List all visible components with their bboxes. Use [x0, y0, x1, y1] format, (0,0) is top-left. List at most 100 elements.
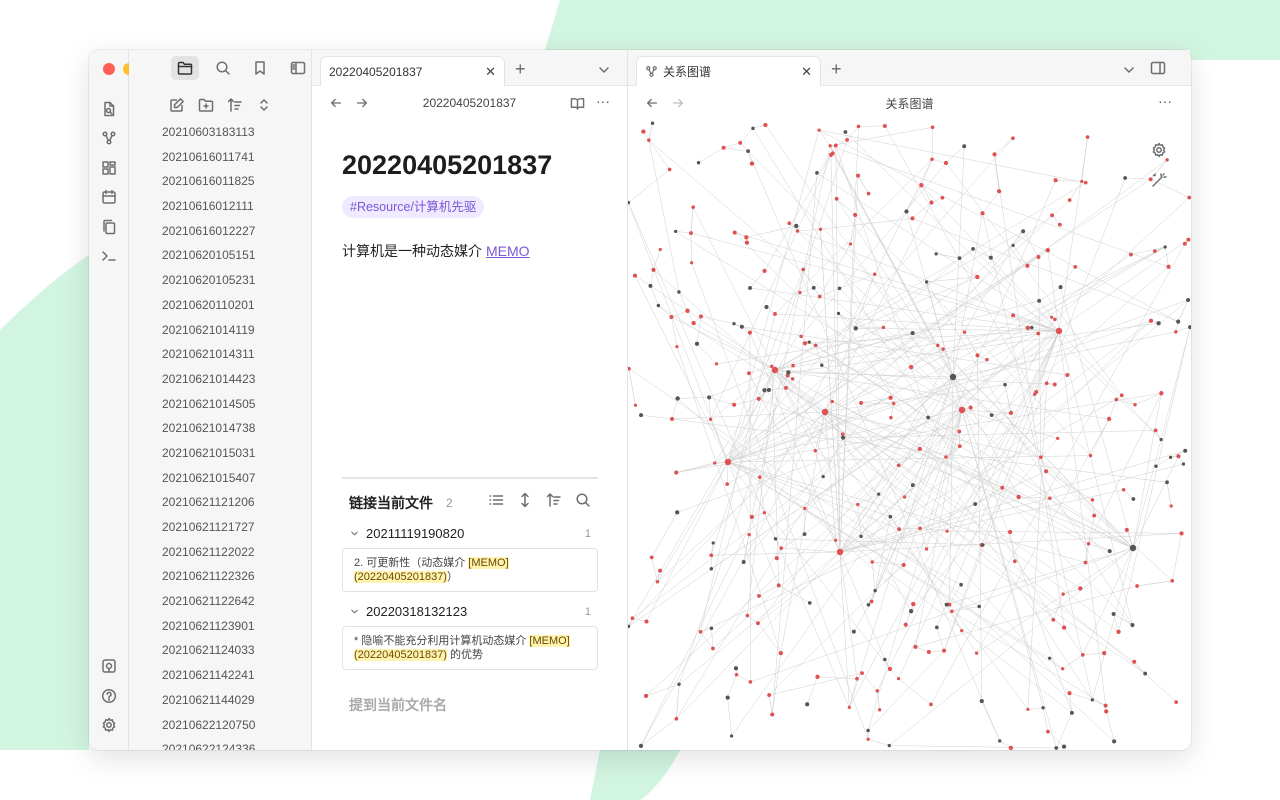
reading-view-icon[interactable]: [570, 96, 585, 111]
chevron-down-icon[interactable]: [349, 528, 360, 539]
graph-node[interactable]: [957, 256, 962, 260]
file-item[interactable]: 20210621122022: [129, 540, 312, 565]
new-tab-button[interactable]: +: [515, 59, 526, 80]
more-options-icon[interactable]: ···: [1158, 93, 1172, 109]
graph-node[interactable]: [762, 268, 767, 273]
graph-node[interactable]: [958, 406, 966, 414]
graph-node[interactable]: [747, 532, 751, 537]
graph-node[interactable]: [725, 482, 730, 486]
graph-node[interactable]: [751, 126, 755, 131]
graph-node[interactable]: [1090, 698, 1095, 702]
graph-node[interactable]: [1153, 428, 1158, 433]
graph-node[interactable]: [1123, 176, 1128, 180]
graph-node[interactable]: [1061, 625, 1067, 630]
graph-node[interactable]: [1046, 729, 1050, 734]
graph-node[interactable]: [1107, 549, 1112, 554]
graph-node[interactable]: [988, 255, 993, 260]
graph-node[interactable]: [910, 483, 915, 488]
graph-node[interactable]: [655, 580, 660, 584]
graph-node[interactable]: [1073, 264, 1078, 269]
graph-node[interactable]: [771, 366, 779, 374]
graph-node[interactable]: [1061, 667, 1065, 671]
graph-node[interactable]: [998, 739, 1002, 743]
graph-node[interactable]: [896, 463, 901, 468]
graph-node[interactable]: [1130, 622, 1135, 628]
file-item[interactable]: 20210621122326: [129, 564, 312, 589]
graph-node[interactable]: [860, 671, 864, 675]
file-item[interactable]: 20210616012227: [129, 219, 312, 244]
graph-node[interactable]: [828, 144, 832, 148]
graph-node[interactable]: [1078, 586, 1083, 591]
graph-node[interactable]: [1039, 455, 1043, 459]
graph-node[interactable]: [669, 314, 674, 320]
graph-node[interactable]: [828, 152, 834, 157]
graph-node[interactable]: [917, 446, 923, 452]
graph-node[interactable]: [779, 546, 784, 550]
graph-node[interactable]: [712, 461, 717, 465]
tab-note[interactable]: 20220405201837 ✕: [320, 56, 505, 86]
graph-node[interactable]: [696, 160, 701, 165]
graph-node[interactable]: [725, 695, 730, 700]
graph-node[interactable]: [638, 743, 644, 749]
file-item[interactable]: 20210616011825: [129, 169, 312, 194]
file-item[interactable]: 20210620105151: [129, 243, 312, 268]
graph-node[interactable]: [989, 413, 994, 418]
graph-node[interactable]: [834, 196, 839, 201]
graph-node[interactable]: [959, 582, 963, 587]
graph-node[interactable]: [1054, 746, 1059, 750]
graph-node[interactable]: [848, 242, 853, 246]
graph-node[interactable]: [1026, 707, 1030, 712]
graph-node[interactable]: [902, 495, 907, 499]
graph-node[interactable]: [936, 343, 940, 348]
graph-node[interactable]: [677, 682, 681, 686]
graph-node[interactable]: [1182, 241, 1187, 246]
graph-node[interactable]: [1041, 706, 1045, 710]
graph-node[interactable]: [774, 556, 779, 561]
sort-icon[interactable]: [546, 492, 562, 508]
graph-node[interactable]: [901, 562, 906, 568]
file-item[interactable]: 20210621121206: [129, 490, 312, 515]
file-item[interactable]: 20210621122642: [129, 589, 312, 614]
graph-node[interactable]: [732, 402, 737, 407]
graph-node[interactable]: [772, 311, 777, 316]
graph-node[interactable]: [1154, 464, 1158, 468]
graph-node[interactable]: [1048, 496, 1052, 501]
file-item[interactable]: 20210621123901: [129, 614, 312, 639]
graph-node[interactable]: [866, 737, 870, 741]
graph-node[interactable]: [896, 677, 901, 681]
graph-node[interactable]: [1051, 617, 1056, 622]
chevron-down-icon[interactable]: [596, 62, 612, 78]
graph-node[interactable]: [940, 195, 945, 200]
graph-node[interactable]: [1129, 544, 1137, 552]
search-tab[interactable]: [209, 56, 237, 80]
graph-node[interactable]: [1045, 247, 1050, 253]
graph-node[interactable]: [1050, 315, 1054, 319]
graph-node[interactable]: [1135, 584, 1139, 588]
graph-node[interactable]: [1053, 317, 1057, 322]
graph-node[interactable]: [971, 247, 975, 251]
file-item[interactable]: 20210620110201: [129, 293, 312, 318]
graph-node[interactable]: [856, 173, 861, 178]
graph-node[interactable]: [909, 365, 914, 370]
file-item[interactable]: 20210621121727: [129, 515, 312, 540]
graph-node[interactable]: [633, 403, 638, 407]
graph-node[interactable]: [801, 267, 806, 272]
graph-node[interactable]: [795, 229, 800, 233]
graph-node[interactable]: [924, 547, 929, 551]
graph-node[interactable]: [1166, 264, 1171, 269]
graph-node[interactable]: [1080, 653, 1085, 657]
graph-node[interactable]: [870, 560, 874, 564]
graph-node[interactable]: [866, 728, 870, 733]
graph-node[interactable]: [1106, 416, 1112, 422]
graph-node[interactable]: [873, 588, 877, 593]
graph-node[interactable]: [1008, 745, 1014, 750]
graph-node[interactable]: [1103, 703, 1108, 708]
graph-node[interactable]: [803, 506, 807, 511]
graph-node[interactable]: [1000, 485, 1005, 490]
graph-node[interactable]: [767, 693, 772, 697]
graph-node[interactable]: [887, 666, 893, 672]
graph-node[interactable]: [1121, 488, 1126, 492]
close-window-button[interactable]: [103, 63, 115, 75]
graph-node[interactable]: [757, 594, 761, 598]
graph-node[interactable]: [869, 599, 874, 604]
